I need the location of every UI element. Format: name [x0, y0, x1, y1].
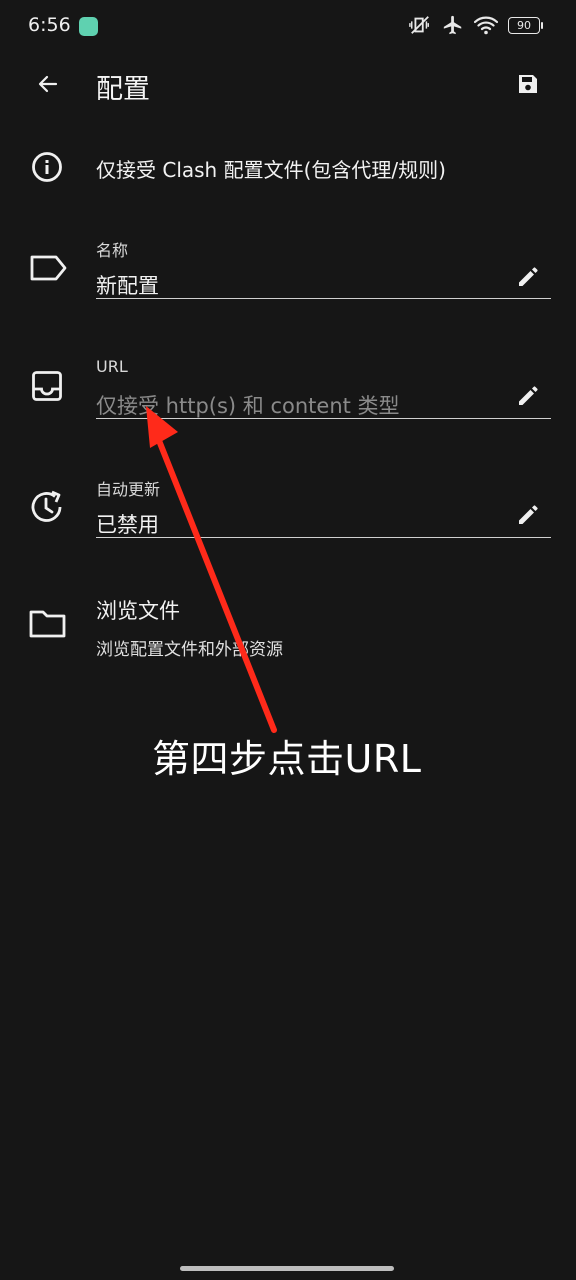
home-indicator[interactable] [180, 1266, 394, 1271]
annotation-text: 第四步点击URL [152, 737, 422, 781]
annotation-arrow [146, 406, 277, 733]
